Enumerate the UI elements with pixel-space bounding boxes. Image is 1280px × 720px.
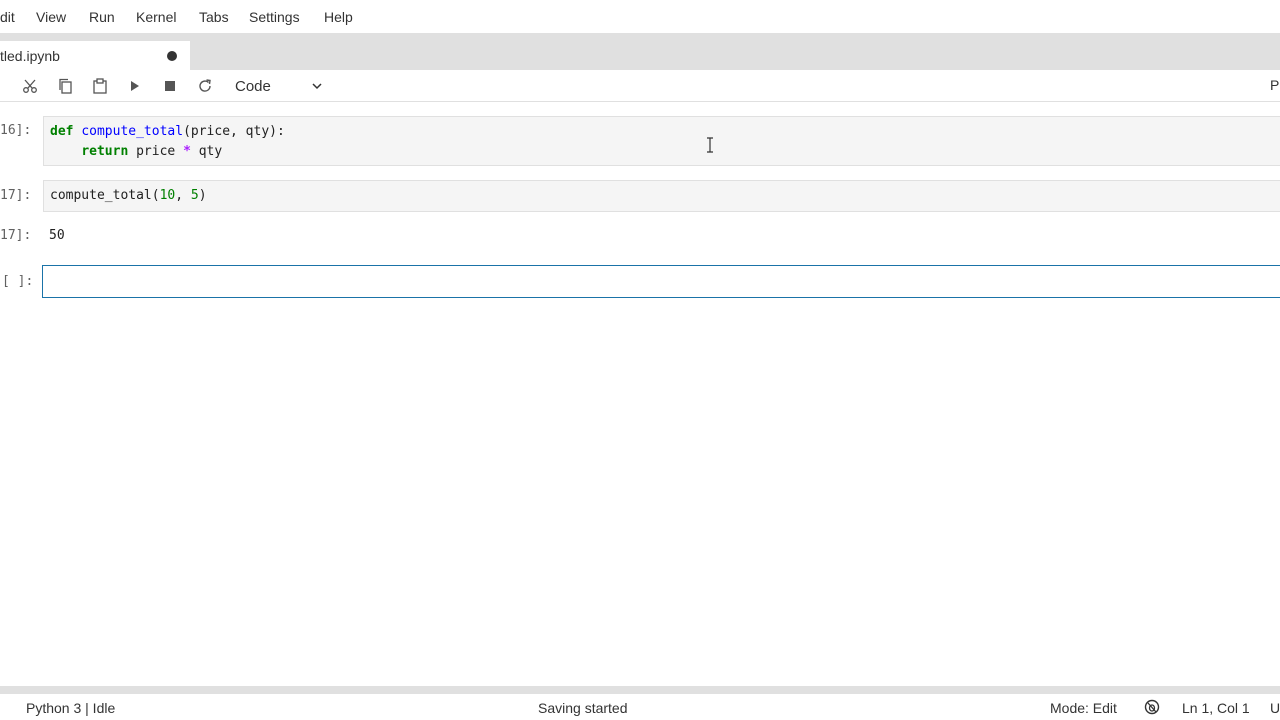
toolbar-right-label[interactable]: P [1270, 77, 1279, 93]
code-line: def compute_total(price, qty): [50, 124, 285, 139]
save-status: Saving started [538, 700, 628, 716]
code-cell-input[interactable]: compute_total(10, 5) [43, 180, 1280, 212]
input-prompt: 16]: [0, 123, 32, 138]
code-line: compute_total(10, 5) [50, 188, 207, 203]
menu-kernel[interactable]: Kernel [136, 9, 176, 25]
notebook-toolbar: Code P [0, 70, 1280, 102]
restart-button[interactable] [194, 76, 216, 96]
code-line: return price * qty [81, 144, 223, 159]
menu-view[interactable]: View [36, 9, 66, 25]
cell-output: 50 [49, 228, 65, 243]
unsaved-dot-icon[interactable] [167, 51, 177, 61]
status-bar-divider [0, 686, 1280, 694]
notebook-tab[interactable]: tled.ipynb [0, 41, 190, 70]
chevron-down-icon [312, 83, 322, 90]
menu-bar: dit View Run Kernel Tabs Settings Help [0, 0, 1280, 33]
paste-icon [93, 78, 107, 94]
run-button[interactable] [124, 76, 146, 96]
copy-button[interactable] [54, 76, 76, 96]
paste-button[interactable] [89, 76, 111, 96]
tab-label: tled.ipynb [0, 48, 60, 64]
active-code-cell[interactable] [42, 265, 1280, 298]
input-prompt: 17]: [0, 188, 32, 203]
cut-button[interactable] [19, 76, 41, 96]
scissors-icon [23, 79, 37, 93]
cell-type-select[interactable]: Code [226, 74, 330, 98]
status-bar: Python 3 | Idle Saving started Mode: Edi… [0, 694, 1280, 720]
menu-edit[interactable]: dit [0, 9, 15, 25]
output-prompt: 17]: [0, 228, 32, 243]
stop-icon [165, 81, 175, 91]
menu-settings[interactable]: Settings [249, 9, 300, 25]
code-cell-input[interactable]: def compute_total(price, qty): return pr… [43, 116, 1280, 166]
cursor-position[interactable]: Ln 1, Col 1 [1182, 700, 1250, 716]
cell-type-label: Code [235, 78, 271, 95]
restart-icon [199, 79, 211, 92]
copy-icon [59, 78, 72, 94]
editor-mode: Mode: Edit [1050, 700, 1117, 716]
stop-button[interactable] [159, 76, 181, 96]
encoding-label[interactable]: U [1270, 700, 1280, 716]
kernel-status[interactable]: Python 3 | Idle [26, 700, 115, 716]
bug-icon[interactable] [1144, 699, 1160, 715]
text-cursor-icon [707, 137, 713, 153]
tab-bar: tled.ipynb [0, 33, 1280, 70]
run-icon [131, 81, 139, 91]
input-prompt: [ ]: [2, 274, 34, 289]
menu-tabs[interactable]: Tabs [199, 9, 229, 25]
menu-help[interactable]: Help [324, 9, 353, 25]
menu-run[interactable]: Run [89, 9, 115, 25]
